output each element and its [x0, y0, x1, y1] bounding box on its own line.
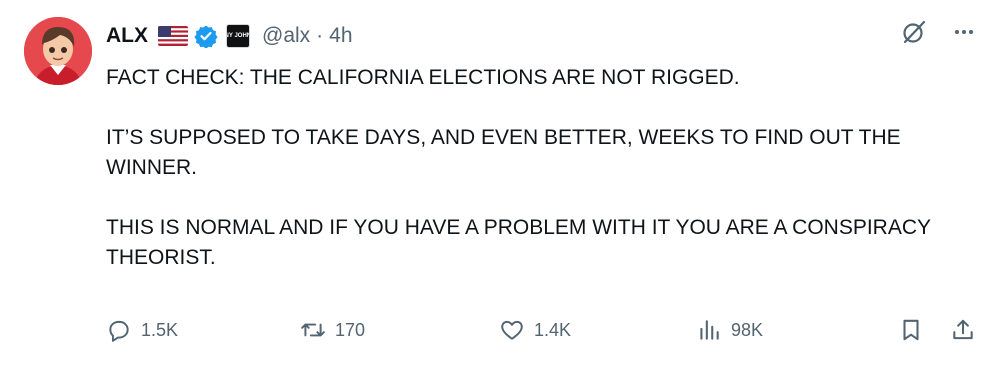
affiliation-badge-icon[interactable]: BENNY JOHNSON	[226, 24, 250, 48]
avatar[interactable]	[24, 17, 92, 85]
retweet-icon	[301, 323, 325, 337]
separator-dot: ·	[316, 24, 324, 47]
us-flag-icon	[158, 26, 188, 46]
tweet-header: ALX BENNY JOHNSON @alx · 4h	[106, 18, 353, 54]
reply-count: 1.5K	[141, 319, 179, 340]
retweet-button[interactable]: 170	[300, 317, 365, 343]
right-actions	[898, 317, 976, 343]
reply-icon	[109, 320, 129, 342]
action-bar: 1.5K 170 1.4K 98K	[106, 312, 976, 348]
tweet-text: FACT CHECK: THE CALIFORNIA ELECTIONS ARE…	[106, 63, 976, 273]
like-count: 1.4K	[534, 319, 572, 340]
tweet-paragraph: IT’S SUPPOSED TO TAKE DAYS, AND EVEN BET…	[106, 126, 901, 179]
bookmark-icon[interactable]	[898, 317, 924, 343]
retweet-count: 170	[335, 319, 366, 340]
views-icon	[700, 320, 719, 340]
author-handle[interactable]: @alx	[262, 24, 310, 48]
avatar-illustration	[24, 17, 92, 85]
more-icon[interactable]	[952, 20, 976, 44]
grok-icon[interactable]	[900, 18, 928, 46]
verified-badge-icon[interactable]	[194, 24, 218, 49]
like-icon	[501, 320, 523, 340]
post-time[interactable]: 4h	[329, 24, 352, 48]
author-name[interactable]: ALX	[106, 24, 148, 48]
views-button[interactable]: 98K	[696, 317, 763, 343]
top-right-actions	[900, 18, 976, 46]
tweet: ALX BENNY JOHNSON @alx · 4h	[0, 0, 1000, 367]
share-icon[interactable]	[950, 317, 976, 343]
views-count: 98K	[731, 319, 764, 340]
like-button[interactable]: 1.4K	[499, 317, 571, 343]
tweet-paragraph: THIS IS NORMAL AND IF YOU HAVE A PROBLEM…	[106, 216, 931, 269]
reply-button[interactable]: 1.5K	[106, 317, 178, 343]
tweet-paragraph: FACT CHECK: THE CALIFORNIA ELECTIONS ARE…	[106, 66, 740, 89]
